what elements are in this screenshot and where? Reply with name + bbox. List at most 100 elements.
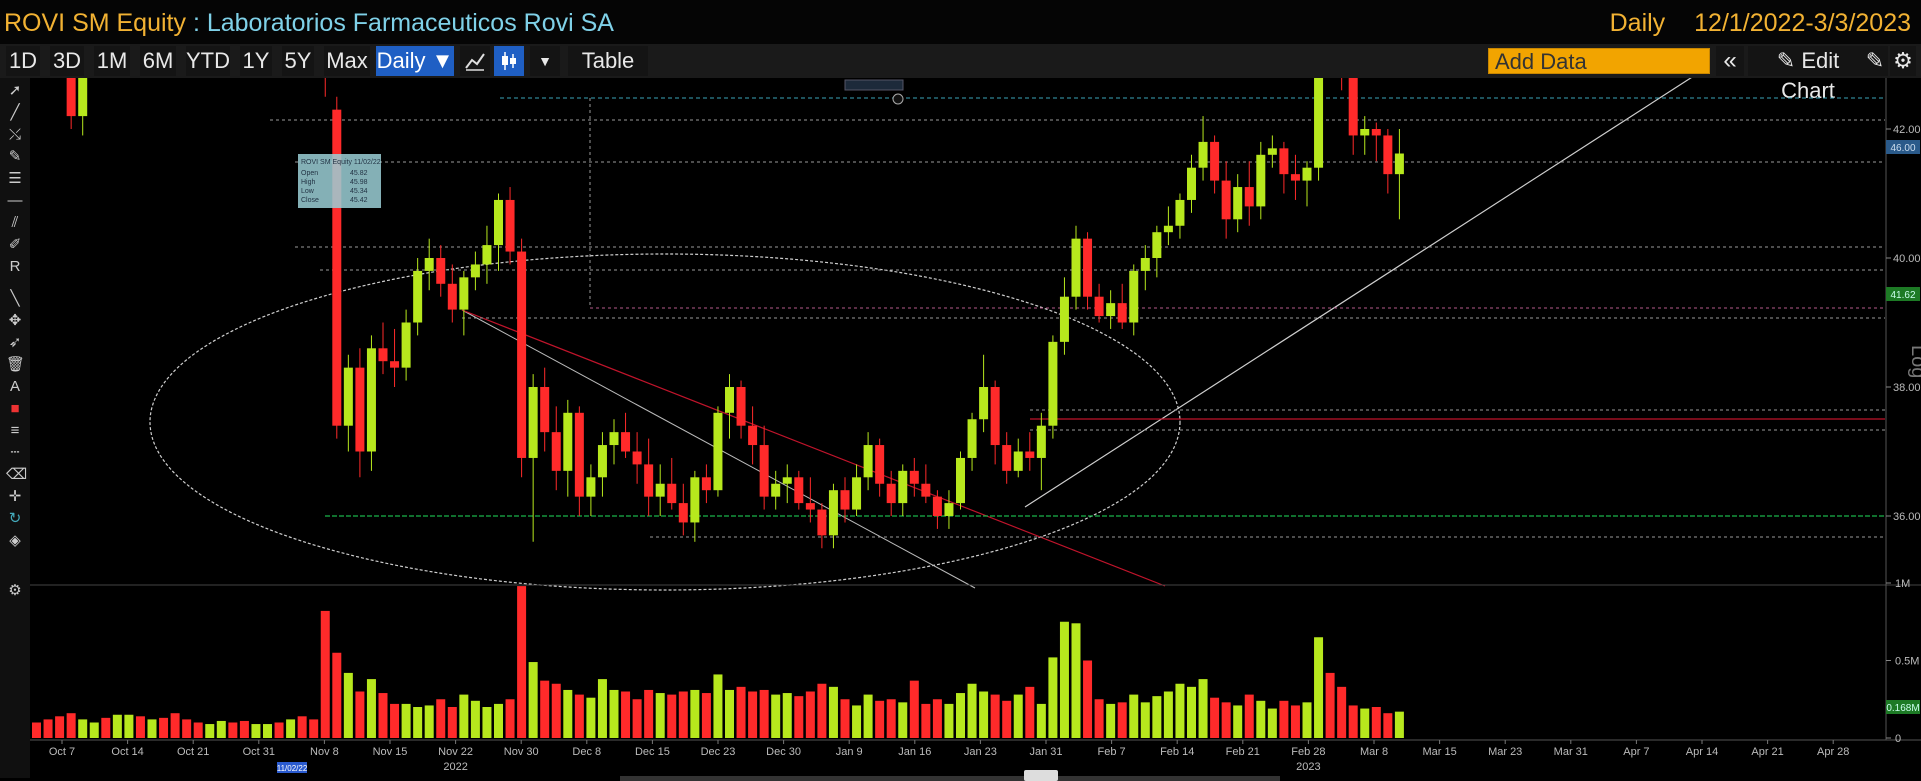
volume-bar: [470, 700, 480, 738]
top-price-marker: 46.00: [1886, 140, 1920, 154]
volume-bar: [713, 674, 723, 738]
candle-body: [748, 425, 758, 446]
volume-tick-label: 0: [1895, 733, 1901, 745]
volume-bar: [228, 722, 238, 738]
candle-body: [436, 258, 446, 284]
collapse-chevrons-icon[interactable]: «: [1716, 46, 1744, 76]
candle-body: [1002, 445, 1012, 471]
candle-body: [378, 348, 388, 362]
volume-bar: [597, 679, 607, 738]
candlestick-icon[interactable]: [494, 46, 524, 76]
volume-bar: [725, 689, 734, 738]
candle-body: [78, 78, 88, 117]
volume-bar: [401, 703, 411, 738]
log-scale-label[interactable]: Log: [1907, 345, 1921, 378]
zoom-controls[interactable]: [844, 79, 904, 91]
candle-body: [66, 78, 76, 117]
time-scrollbar[interactable]: [620, 776, 1280, 781]
gear-icon[interactable]: ⚙: [1890, 46, 1916, 76]
line-chart-icon[interactable]: [460, 46, 490, 76]
volume-bar: [332, 652, 342, 738]
table-button[interactable]: Table: [568, 46, 648, 76]
scroll-thumb[interactable]: [1024, 770, 1058, 781]
add-data-input[interactable]: Add Data: [1488, 48, 1710, 74]
tooltip-title: ROVI SM Equity 11/02/22: [301, 159, 381, 166]
time-tick-label: Mar 8: [1360, 746, 1388, 758]
candle-body: [1048, 341, 1058, 426]
volume-bar: [1129, 694, 1139, 738]
period-button-6m[interactable]: 6M: [140, 46, 176, 76]
time-tick-label: Apr 7: [1623, 746, 1649, 758]
candle-body: [424, 258, 434, 271]
volume-last-marker: 0.168M: [1886, 700, 1920, 714]
volume-bar: [771, 694, 781, 738]
volume-bar: [736, 686, 746, 738]
volume-bar: [1198, 679, 1208, 738]
volume-bar: [216, 720, 226, 738]
candle-body: [1106, 303, 1116, 317]
volume-bar: [805, 691, 815, 738]
volume-bar: [263, 724, 272, 738]
candle-body: [1290, 174, 1300, 181]
time-tick-label: Feb 28: [1291, 746, 1325, 758]
edit-settings-icon[interactable]: ✎: [1862, 46, 1888, 76]
candle-body: [494, 199, 503, 246]
candle-body: [1210, 141, 1220, 181]
volume-bar: [309, 719, 319, 738]
volume-bar: [979, 691, 989, 738]
time-tick-label: Dec 30: [766, 746, 801, 758]
volume-bar: [1083, 660, 1093, 738]
volume-bar: [274, 722, 284, 738]
candle-body: [1348, 78, 1358, 136]
time-tick-label: Feb 14: [1160, 746, 1194, 758]
candle-body: [563, 412, 573, 471]
frequency-dropdown[interactable]: Daily ▼: [376, 46, 454, 76]
candle-body: [1175, 199, 1185, 226]
volume-bar: [574, 694, 584, 738]
candle-body: [678, 503, 688, 523]
volume-bar: [1348, 705, 1358, 738]
candle-body: [956, 457, 965, 504]
volume-bar: [1106, 703, 1116, 738]
period-button-5y[interactable]: 5Y: [282, 46, 314, 76]
time-tick-label: Jan 9: [836, 746, 863, 758]
candle-body: [701, 477, 711, 491]
uptrend-line[interactable]: [1024, 78, 1700, 508]
tooltip-high-value: 45.98: [350, 179, 368, 186]
candle-body: [413, 270, 423, 323]
candle-body: [1129, 270, 1139, 323]
candle-body: [863, 445, 873, 478]
period-button-1m[interactable]: 1M: [94, 46, 130, 76]
period-button-3d[interactable]: 3D: [50, 46, 84, 76]
volume-bar: [886, 699, 896, 738]
volume-bar: [239, 720, 249, 738]
last-price-label: 41.62: [1890, 290, 1915, 301]
candle-body: [609, 432, 619, 446]
period-button-ytd[interactable]: YTD: [186, 46, 230, 76]
volume-bar: [43, 719, 53, 738]
edit-chart-button[interactable]: ✎ Edit Chart: [1748, 46, 1868, 103]
volume-bar: [447, 707, 457, 738]
volume-bar: [1290, 705, 1300, 738]
chart-type-chevron-icon[interactable]: ▼: [530, 46, 560, 76]
time-tick-label: Nov 8: [310, 746, 339, 758]
period-button-1y[interactable]: 1Y: [240, 46, 272, 76]
candle-body: [482, 245, 492, 265]
time-tick-label: Oct 14: [111, 746, 143, 758]
volume-bar: [956, 693, 965, 738]
ohlc-tooltip: ROVI SM Equity 11/02/22 Open 45.82 High …: [298, 154, 381, 208]
candle-body: [828, 490, 838, 536]
volume-bar: [609, 689, 619, 738]
time-tick-label: Jan 31: [1029, 746, 1062, 758]
anchor-handle[interactable]: [892, 93, 904, 105]
price-chart[interactable]: 36.0038.0040.0042.0044.0046.00 1M0.5M0 O…: [0, 78, 1921, 781]
period-button-1d[interactable]: 1D: [6, 46, 40, 76]
price-tick-label: 36.00: [1893, 511, 1921, 523]
ellipse-annotation[interactable]: [149, 253, 1181, 591]
period-button-max[interactable]: Max: [324, 46, 370, 76]
time-tick-label: Dec 8: [572, 746, 601, 758]
volume-bar: [563, 689, 573, 738]
volume-bar: [528, 662, 538, 738]
date-range-label[interactable]: 12/1/2022-3/3/2023: [1694, 9, 1911, 37]
volume-bar: [1383, 713, 1393, 738]
